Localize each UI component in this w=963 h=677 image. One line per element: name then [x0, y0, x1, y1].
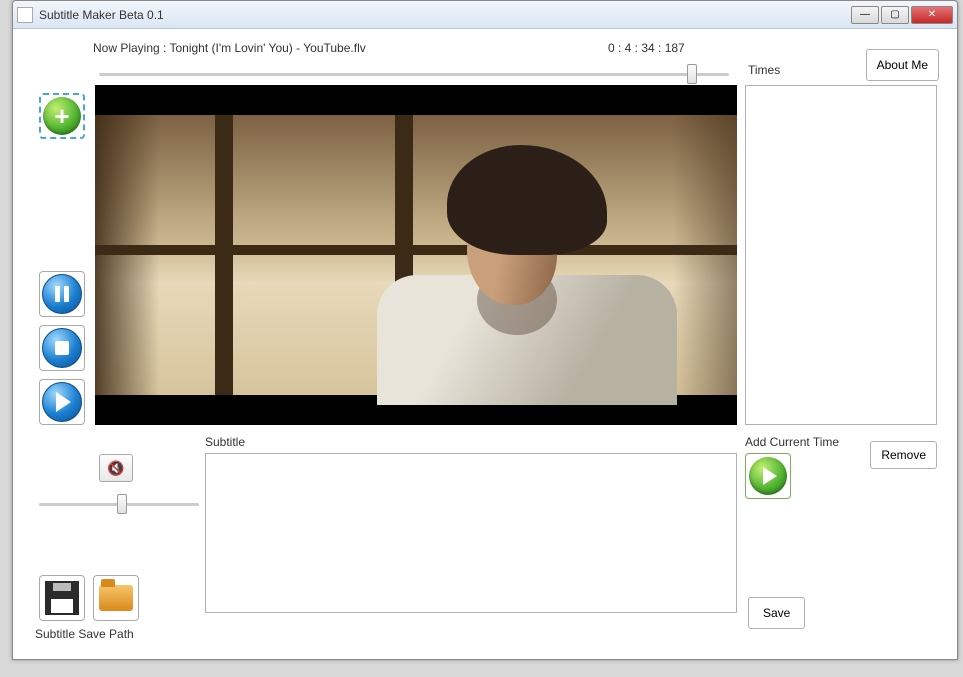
content-area: Now Playing : Tonight (I'm Lovin' You) -…: [13, 29, 957, 659]
video-player[interactable]: [95, 85, 737, 425]
seek-track: [99, 73, 729, 76]
save-file-button[interactable]: [39, 575, 85, 621]
close-button[interactable]: ✕: [911, 6, 953, 24]
add-current-time-button[interactable]: [745, 453, 791, 499]
mute-icon: 🔇: [107, 460, 124, 477]
timecode-label: 0 : 4 : 34 : 187: [608, 41, 685, 55]
pause-button[interactable]: [39, 271, 85, 317]
minimize-button[interactable]: —: [851, 6, 879, 24]
times-heading: Times: [748, 63, 780, 77]
folder-icon: [99, 585, 133, 611]
app-window: Subtitle Maker Beta 0.1 — ▢ ✕ Now Playin…: [12, 0, 958, 660]
play-icon: [42, 382, 82, 422]
about-me-button[interactable]: About Me: [866, 49, 939, 81]
add-current-time-label: Add Current Time: [745, 435, 839, 449]
save-button[interactable]: Save: [748, 597, 805, 629]
now-playing-label: Now Playing : Tonight (I'm Lovin' You) -…: [93, 41, 366, 55]
volume-slider[interactable]: [39, 495, 199, 498]
add-file-button[interactable]: +: [39, 93, 85, 139]
app-icon: [17, 7, 33, 23]
pause-icon: [42, 274, 82, 314]
times-listbox[interactable]: [745, 85, 937, 425]
stop-icon: [42, 328, 82, 368]
window-title: Subtitle Maker Beta 0.1: [39, 8, 851, 22]
subtitle-save-path-label: Subtitle Save Path: [35, 627, 134, 641]
stop-button[interactable]: [39, 325, 85, 371]
volume-thumb[interactable]: [117, 494, 127, 514]
plus-icon: +: [43, 97, 81, 135]
floppy-icon: [45, 581, 79, 615]
arrow-right-icon: [749, 457, 787, 495]
titlebar[interactable]: Subtitle Maker Beta 0.1 — ▢ ✕: [13, 1, 957, 29]
subtitle-textarea[interactable]: [205, 453, 737, 613]
seek-thumb[interactable]: [687, 64, 697, 84]
remove-button[interactable]: Remove: [870, 441, 937, 469]
play-button[interactable]: [39, 379, 85, 425]
mute-button[interactable]: 🔇: [99, 454, 133, 482]
subtitle-label: Subtitle: [205, 435, 245, 449]
window-controls: — ▢ ✕: [851, 6, 953, 24]
open-folder-button[interactable]: [93, 575, 139, 621]
maximize-button[interactable]: ▢: [881, 6, 909, 24]
seek-slider[interactable]: [99, 65, 729, 68]
